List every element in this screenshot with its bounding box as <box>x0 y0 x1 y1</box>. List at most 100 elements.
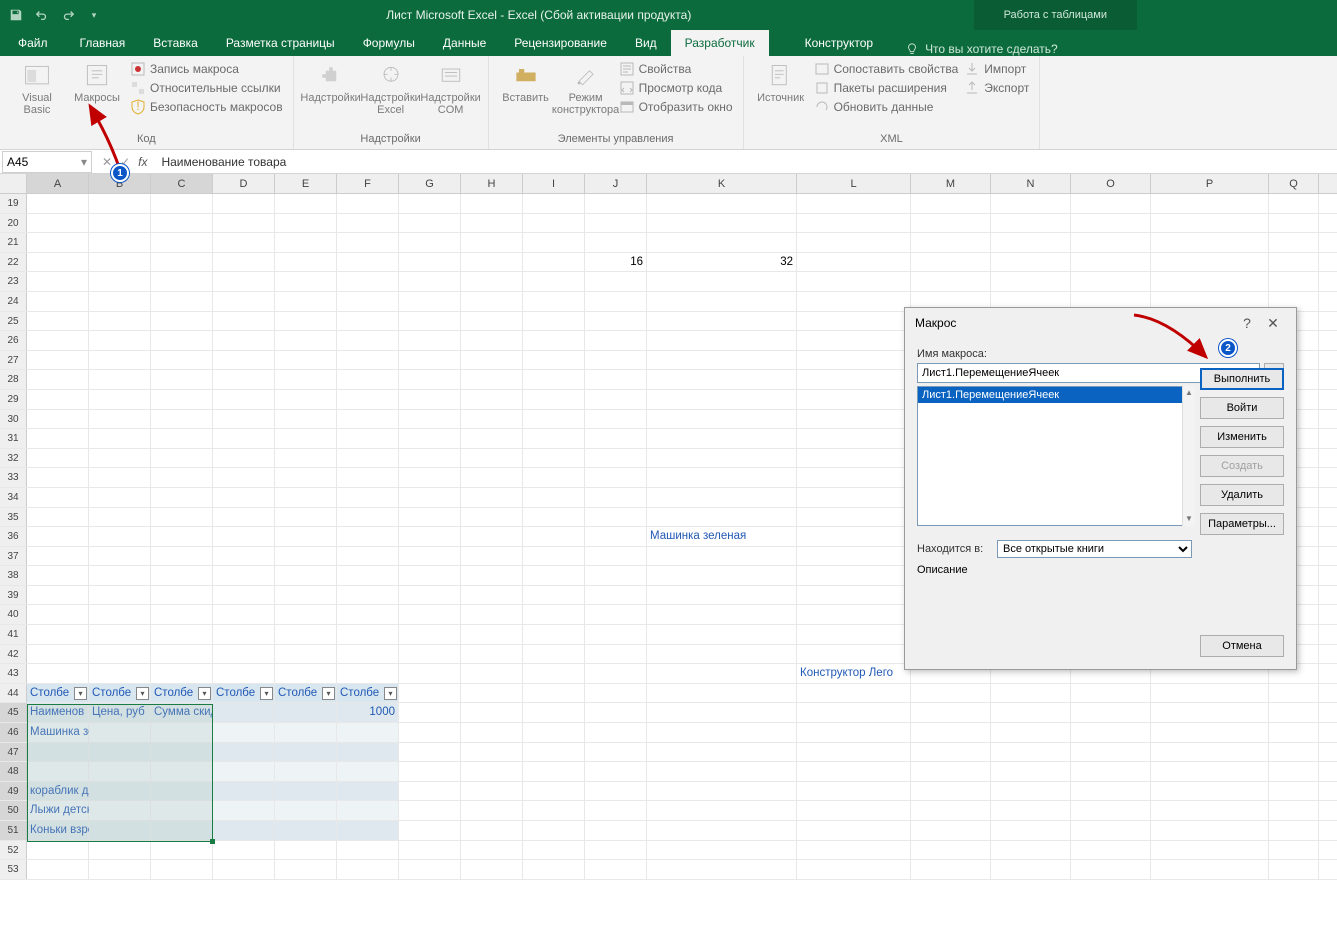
cell[interactable] <box>911 253 991 272</box>
cell[interactable] <box>797 684 911 703</box>
cell[interactable] <box>27 645 89 664</box>
cell[interactable] <box>337 233 399 252</box>
cell[interactable] <box>89 410 151 429</box>
cell[interactable] <box>647 331 797 350</box>
cell[interactable] <box>399 743 461 762</box>
cell[interactable] <box>275 605 337 624</box>
cell[interactable] <box>27 566 89 585</box>
cell[interactable] <box>585 233 647 252</box>
col-header-A[interactable]: A <box>27 174 89 193</box>
cell[interactable] <box>337 841 399 860</box>
cell[interactable] <box>523 527 585 546</box>
cell[interactable] <box>911 684 991 703</box>
import-button[interactable]: Импорт <box>962 60 1031 78</box>
col-header-Q[interactable]: Q <box>1269 174 1319 193</box>
cell[interactable] <box>399 390 461 409</box>
cell[interactable] <box>399 801 461 820</box>
cell[interactable] <box>585 410 647 429</box>
row-header[interactable]: 19 <box>0 194 27 213</box>
cell[interactable] <box>337 331 399 350</box>
tell-me[interactable]: Что вы хотите сделать? <box>887 42 1058 56</box>
cell[interactable] <box>275 801 337 820</box>
cell[interactable] <box>337 645 399 664</box>
cell[interactable] <box>213 351 275 370</box>
cell[interactable] <box>461 625 523 644</box>
cell[interactable] <box>797 762 911 781</box>
cell[interactable] <box>89 390 151 409</box>
cell[interactable] <box>275 841 337 860</box>
cell[interactable] <box>399 429 461 448</box>
cell[interactable] <box>213 586 275 605</box>
cell[interactable] <box>27 664 89 683</box>
row-header[interactable]: 49 <box>0 782 27 801</box>
cell[interactable] <box>399 449 461 468</box>
cell[interactable] <box>585 782 647 801</box>
cell[interactable] <box>523 684 585 703</box>
cell[interactable] <box>911 762 991 781</box>
cell[interactable] <box>275 351 337 370</box>
cell[interactable] <box>337 801 399 820</box>
formula-input[interactable]: Наименование товара <box>155 155 1337 169</box>
cell[interactable] <box>399 664 461 683</box>
cell[interactable] <box>911 194 991 213</box>
cell[interactable] <box>461 272 523 291</box>
tab-review[interactable]: Рецензирование <box>500 30 621 56</box>
col-header-E[interactable]: E <box>275 174 337 193</box>
cell[interactable] <box>151 586 213 605</box>
cell[interactable] <box>275 566 337 585</box>
cell[interactable] <box>337 566 399 585</box>
cell[interactable] <box>89 272 151 291</box>
cell[interactable] <box>1071 841 1151 860</box>
properties-button[interactable]: Свойства <box>617 60 735 78</box>
cell[interactable] <box>89 586 151 605</box>
cell[interactable]: Столбе▾ <box>27 684 89 703</box>
cell[interactable] <box>399 566 461 585</box>
cell[interactable] <box>27 214 89 233</box>
cell[interactable] <box>89 821 151 840</box>
cell[interactable] <box>797 292 911 311</box>
cell[interactable] <box>151 390 213 409</box>
cell[interactable] <box>337 312 399 331</box>
cell[interactable] <box>213 468 275 487</box>
cell[interactable] <box>399 703 461 722</box>
cell[interactable] <box>911 782 991 801</box>
cell[interactable] <box>1269 272 1319 291</box>
cell[interactable] <box>585 645 647 664</box>
cell[interactable] <box>213 801 275 820</box>
cell[interactable] <box>1071 723 1151 742</box>
cell[interactable] <box>461 292 523 311</box>
cell[interactable] <box>151 449 213 468</box>
cell[interactable] <box>337 468 399 487</box>
cell[interactable] <box>461 331 523 350</box>
cell[interactable] <box>585 390 647 409</box>
cell[interactable] <box>1071 821 1151 840</box>
cell[interactable] <box>1269 762 1319 781</box>
cell[interactable] <box>337 586 399 605</box>
cell[interactable] <box>89 743 151 762</box>
cell[interactable] <box>523 312 585 331</box>
cell[interactable] <box>585 762 647 781</box>
cell[interactable] <box>911 841 991 860</box>
cell[interactable] <box>585 547 647 566</box>
cell[interactable] <box>797 468 911 487</box>
cell[interactable] <box>585 194 647 213</box>
cell[interactable] <box>647 272 797 291</box>
row-header[interactable]: 46 <box>0 723 27 742</box>
cell[interactable] <box>585 312 647 331</box>
cell[interactable] <box>1269 743 1319 762</box>
cell[interactable] <box>399 782 461 801</box>
cell[interactable] <box>797 586 911 605</box>
cell[interactable] <box>275 194 337 213</box>
cell[interactable] <box>585 821 647 840</box>
cell[interactable]: Коньки взрослые <box>27 821 89 840</box>
cell[interactable] <box>523 664 585 683</box>
cell[interactable]: Машинка зеленая <box>647 527 797 546</box>
cell[interactable] <box>647 743 797 762</box>
cell[interactable] <box>797 566 911 585</box>
cell[interactable] <box>399 410 461 429</box>
cell[interactable] <box>991 841 1071 860</box>
cell[interactable] <box>1151 782 1269 801</box>
cell[interactable] <box>911 743 991 762</box>
cell[interactable] <box>89 331 151 350</box>
col-header-G[interactable]: G <box>399 174 461 193</box>
